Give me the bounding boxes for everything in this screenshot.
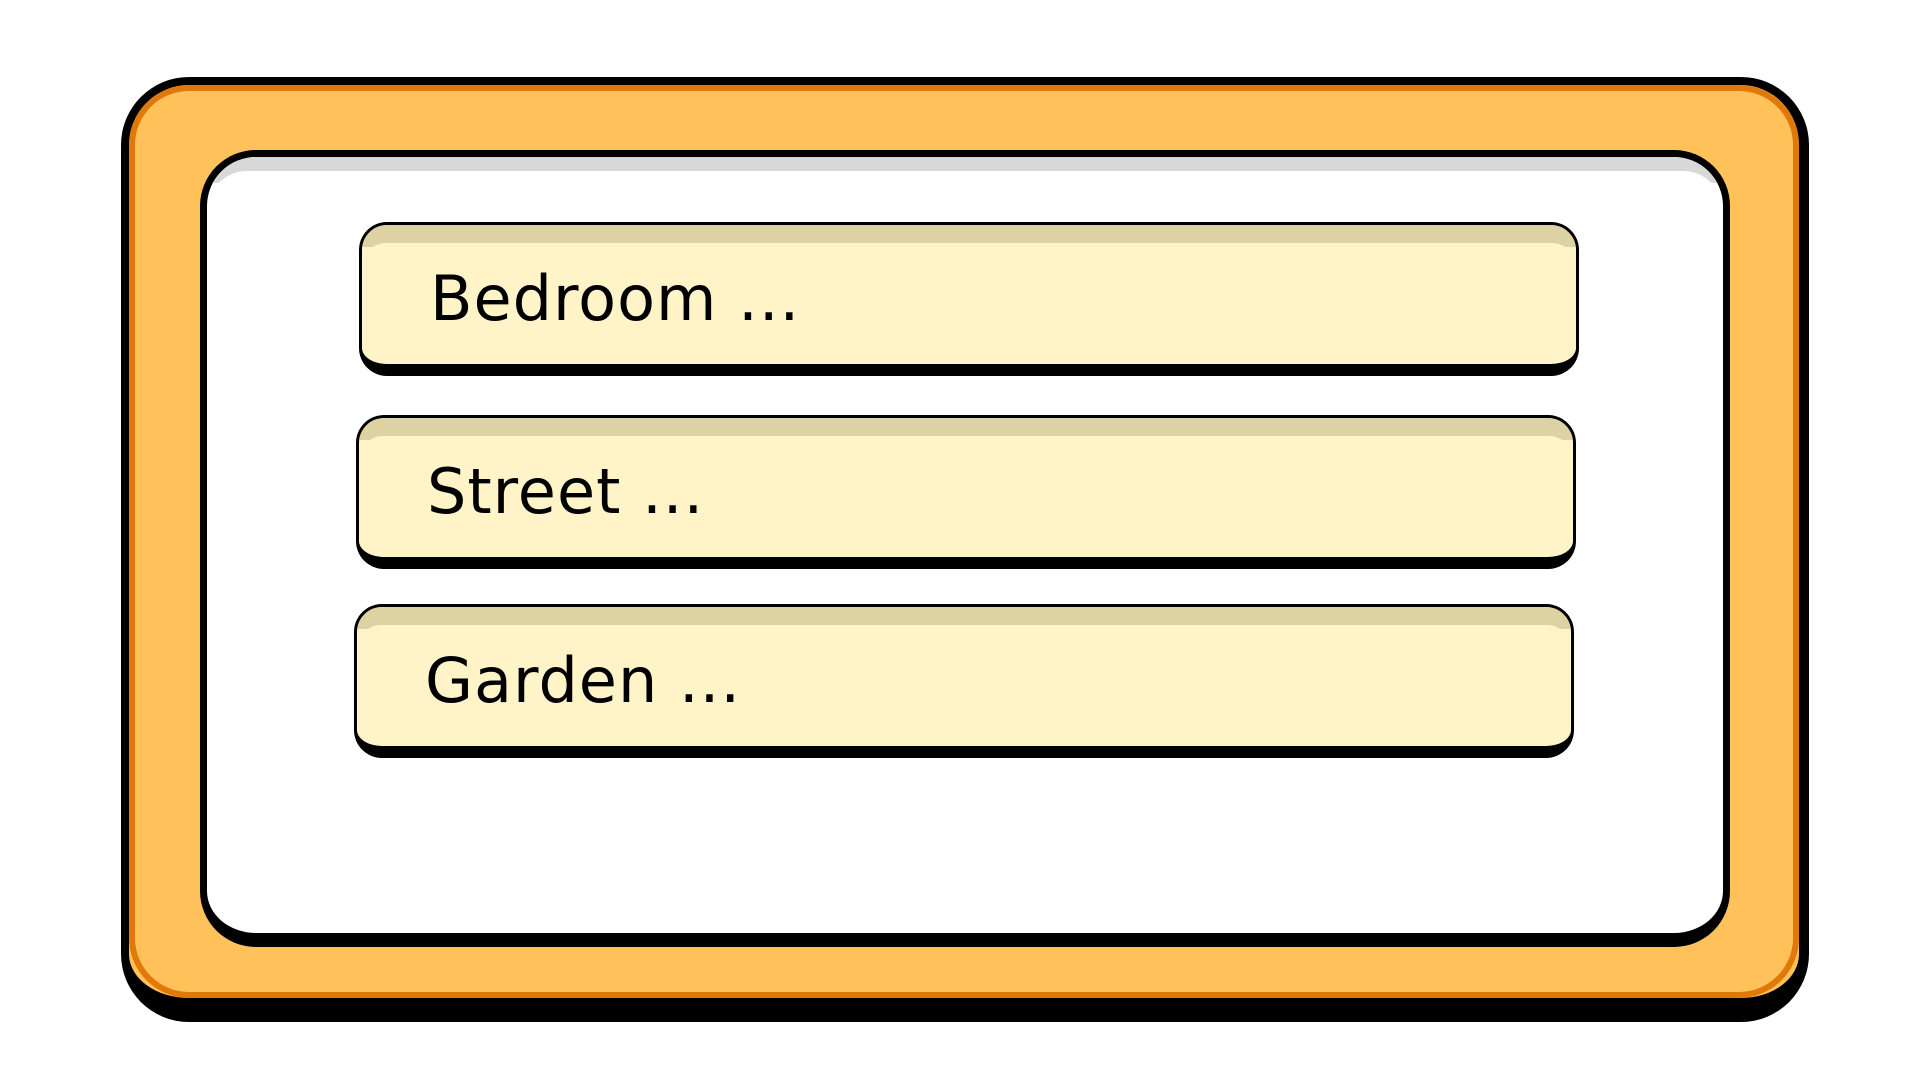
choice-button-garden[interactable]: Garden ... [354,604,1574,758]
choice-button-street[interactable]: Street ... [356,415,1576,569]
game-screen: Bedroom ... Street ... Garden ... [0,0,1920,1080]
choice-label: Bedroom ... [430,262,801,335]
choice-button-bedroom[interactable]: Bedroom ... [359,222,1579,376]
choice-label: Garden ... [425,644,742,717]
choice-label: Street ... [427,455,705,528]
